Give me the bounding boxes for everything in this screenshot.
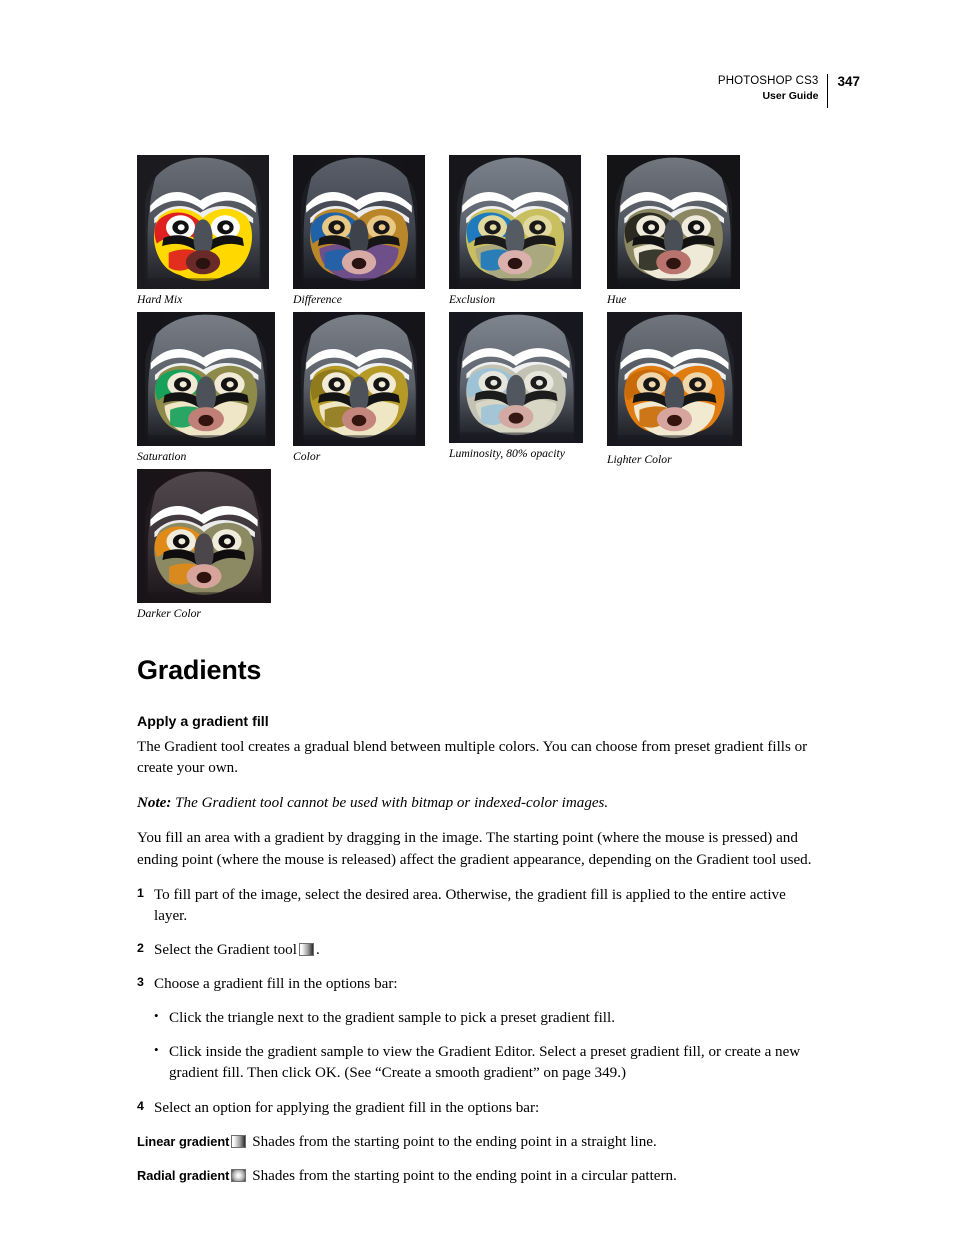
bullet-item-2-text: Click inside the gradient sample to view… <box>169 1044 801 1082</box>
body-paragraph-2: You fill an area with a gradient by drag… <box>137 830 812 868</box>
step-4-number: 4 <box>137 1098 144 1113</box>
page-number: 347 <box>837 74 860 89</box>
figure-row-1: Hard Mix Difference Exclusion Hue <box>137 155 817 312</box>
header-product-name: PHOTOSHOP CS3 <box>717 75 819 87</box>
figure-darker-color: Darker Color <box>137 469 271 620</box>
figure-image-lighter-color <box>607 312 742 446</box>
bullet-item-1: • Click the triangle next to the gradien… <box>137 1008 819 1029</box>
step-3-text: Choose a gradient fill in the options ba… <box>154 976 398 992</box>
definition-term-linear: Linear gradient <box>137 1133 230 1149</box>
radial-gradient-icon <box>231 1168 247 1182</box>
figure-saturation: Saturation <box>137 312 275 463</box>
figure-image-hard-mix <box>137 155 269 289</box>
gradient-tool-icon <box>298 942 314 956</box>
figure-caption: Hard Mix <box>137 293 183 306</box>
step-4: 4 Select an option for applying the grad… <box>137 1098 819 1119</box>
step-2-number: 2 <box>137 940 144 955</box>
figure-lighter-color: Lighter Color <box>607 312 742 466</box>
step-2-text: Select the Gradient tool <box>154 941 297 958</box>
figure-difference: Difference <box>293 155 425 306</box>
figure-hue: Hue <box>607 155 740 306</box>
figure-caption: Lighter Color <box>607 453 672 466</box>
step-1-number: 1 <box>137 885 144 900</box>
figure-row-2: Saturation Color Luminosity, 80% opacity Li… <box>137 312 817 469</box>
step-1-text: To fill part of the image, select the de… <box>154 886 786 924</box>
definition-radial-gradient: Radial gradient Shades from the starting… <box>137 1166 819 1187</box>
linear-gradient-icon <box>231 1134 247 1148</box>
bullet-dot-icon: • <box>154 1008 159 1024</box>
figure-image-difference <box>293 155 425 289</box>
document-page: PHOTOSHOP CS3 User Guide 347 Hard Mix Dif… <box>0 0 954 1235</box>
subsection-heading-apply-gradient-fill: Apply a gradient fill <box>137 714 269 730</box>
definition-text-linear: Shades from the starting point to the en… <box>252 1133 657 1150</box>
figure-caption: Hue <box>607 293 627 306</box>
header-divider-rule <box>827 74 829 108</box>
figure-caption: Saturation <box>137 450 187 463</box>
step-4-text: Select an option for applying the gradie… <box>154 1099 540 1116</box>
figure-image-saturation <box>137 312 275 446</box>
figure-caption: Color <box>293 450 321 463</box>
figure-image-exclusion <box>449 155 581 289</box>
section-heading-gradients: Gradients <box>137 655 262 685</box>
figure-luminosity: Luminosity, 80% opacity <box>449 312 583 460</box>
figure-caption: Exclusion <box>449 293 496 306</box>
running-header: PHOTOSHOP CS3 User Guide 347 <box>718 74 860 108</box>
header-text-block: PHOTOSHOP CS3 User Guide <box>718 74 828 104</box>
intro-paragraph: The Gradient tool creates a gradual blen… <box>137 739 808 777</box>
figure-exclusion: Exclusion <box>449 155 581 306</box>
figure-image-darker-color <box>137 469 271 603</box>
figure-caption: Difference <box>293 293 342 306</box>
note-text: The Gradient tool cannot be used with bi… <box>175 795 609 812</box>
figure-image-color <box>293 312 425 446</box>
bullet-item-2: • Click inside the gradient sample to vi… <box>137 1042 819 1084</box>
bullet-item-1-text: Click the triangle next to the gradient … <box>169 1010 615 1027</box>
blend-mode-figure-grid: Hard Mix Difference Exclusion Hue Saturatio… <box>137 155 817 626</box>
definition-linear-gradient: Linear gradient Shades from the starting… <box>137 1132 819 1153</box>
note-label: Note: <box>137 795 172 812</box>
figure-caption: Luminosity, 80% opacity <box>449 447 565 460</box>
figure-color: Color <box>293 312 425 463</box>
step-3: 3 Choose a gradient fill in the options … <box>137 974 819 995</box>
definition-term-radial: Radial gradient <box>137 1167 230 1183</box>
step-3-number: 3 <box>137 975 144 989</box>
step-2-text-after: . <box>315 941 320 958</box>
figure-caption: Darker Color <box>137 607 201 620</box>
definition-text-radial: Shades from the starting point to the en… <box>252 1167 677 1184</box>
figure-row-3: Darker Color <box>137 469 817 626</box>
header-doc-name: User Guide <box>762 90 819 103</box>
note-paragraph: Note: The Gradient tool cannot be used w… <box>137 793 819 814</box>
step-2: 2 Select the Gradient tool. <box>137 940 819 961</box>
page-body: Gradients Apply a gradient fill The Grad… <box>137 655 819 1200</box>
figure-image-hue <box>607 155 740 289</box>
bullet-dot-icon: • <box>154 1042 159 1058</box>
figure-hard-mix: Hard Mix <box>137 155 269 306</box>
step-1: 1 To fill part of the image, select the … <box>137 885 819 927</box>
figure-image-luminosity <box>449 312 583 443</box>
